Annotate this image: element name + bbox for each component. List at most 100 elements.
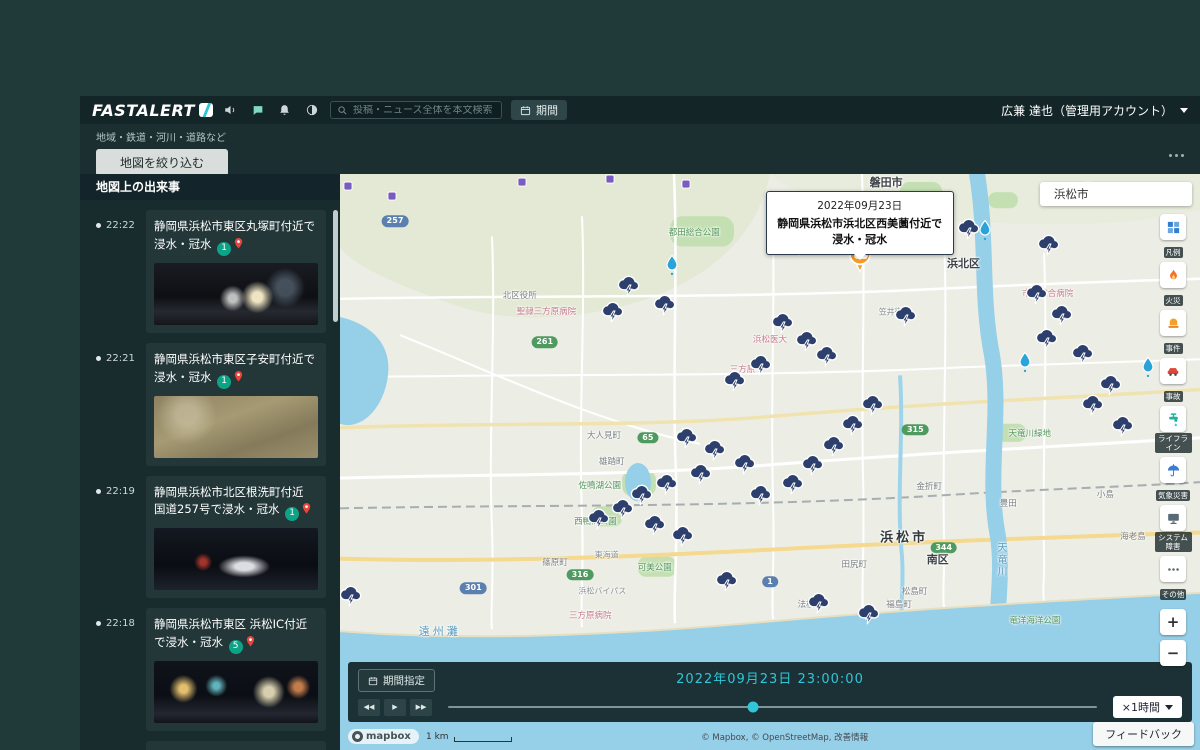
- event-card[interactable]: 静岡県袋井市小川町付近で水難事故 2: [146, 741, 326, 750]
- contrast-icon[interactable]: [303, 102, 321, 118]
- storm-marker[interactable]: [653, 291, 676, 322]
- calendar-icon: [368, 676, 378, 685]
- map-area[interactable]: 257152261315316344301165 磐田市浜北区浜松市南区天竜川遠…: [340, 174, 1200, 750]
- storm-marker[interactable]: [674, 424, 697, 455]
- transit-icon: [387, 185, 397, 204]
- desktop: { "header": { "logo": "FASTALERT", "sear…: [0, 0, 1200, 750]
- lifeline-icon[interactable]: [1160, 406, 1186, 432]
- storm-marker[interactable]: [1110, 412, 1133, 443]
- scrollbar-thumb[interactable]: [333, 210, 338, 322]
- event-card[interactable]: 静岡県浜松市北区根洗町付近 国道257号で浸水・冠水 1: [146, 475, 326, 599]
- feedback-button[interactable]: フィードバック: [1093, 722, 1194, 746]
- storm-marker[interactable]: [689, 460, 712, 491]
- storm-marker[interactable]: [894, 302, 917, 333]
- water-marker[interactable]: [663, 254, 680, 280]
- storm-marker[interactable]: [748, 481, 771, 512]
- volume-icon[interactable]: [222, 102, 240, 118]
- event-card[interactable]: 静岡県浜松市東区丸塚町付近で浸水・冠水 1: [146, 210, 326, 333]
- account-menu[interactable]: 広兼 達也（管理用アカウント）: [1001, 102, 1188, 119]
- count-badge: 1: [285, 507, 300, 522]
- rewind-button[interactable]: ◀◀: [358, 698, 380, 716]
- fire-icon[interactable]: [1160, 262, 1186, 288]
- search-input[interactable]: [352, 104, 495, 116]
- storm-marker[interactable]: [600, 298, 624, 329]
- storm-marker[interactable]: [861, 391, 884, 422]
- event-title: 静岡県浜松市東区 浜松IC付近で浸水・冠水 5: [154, 616, 318, 655]
- storm-marker[interactable]: [1024, 280, 1047, 311]
- event-time-cell: 22:22: [96, 210, 146, 333]
- event-item: 22:19 静岡県浜松市北区根洗町付近 国道257号で浸水・冠水 1: [96, 475, 340, 599]
- legend-label: 凡例: [1163, 247, 1183, 258]
- top-bar: FASTALERT 期間 広兼 達也（管理用アカウント）: [80, 96, 1200, 124]
- period-button-label: 期間: [535, 104, 558, 117]
- water-marker[interactable]: [1017, 351, 1034, 377]
- storm-marker[interactable]: [1035, 325, 1058, 356]
- storm-marker[interactable]: [807, 589, 830, 620]
- zoom-out-button[interactable]: −: [1160, 640, 1186, 666]
- storm-marker[interactable]: [1036, 231, 1060, 262]
- incident-photo: [154, 262, 318, 325]
- storm-marker[interactable]: [771, 309, 794, 340]
- more-options-button[interactable]: [1169, 154, 1184, 157]
- storm-marker[interactable]: [340, 582, 362, 613]
- map-search: [1040, 182, 1200, 206]
- storm-marker[interactable]: [715, 567, 738, 598]
- location-pin-icon: [234, 237, 243, 249]
- event-card[interactable]: 静岡県浜松市東区 浜松IC付近で浸水・冠水 5: [146, 608, 326, 732]
- storm-marker[interactable]: [748, 351, 771, 382]
- storm-marker[interactable]: [857, 600, 880, 631]
- system-icon[interactable]: [1160, 505, 1186, 531]
- incident-photo: [154, 661, 318, 724]
- weather-icon[interactable]: [1160, 457, 1186, 483]
- map-attribution: © Mapbox, © OpenStreetMap, 改善情報: [701, 733, 869, 743]
- storm-marker[interactable]: [801, 451, 824, 482]
- storm-marker[interactable]: [1080, 391, 1103, 422]
- fast-forward-button[interactable]: ▶▶: [410, 698, 432, 716]
- map-search-input[interactable]: [1054, 187, 1200, 201]
- layers-icon[interactable]: [1160, 214, 1186, 240]
- incident-popup[interactable]: 2022年09月23日 静岡県浜松市浜北区西美薗付近で浸水・冠水: [765, 191, 954, 261]
- storm-marker[interactable]: [671, 522, 694, 553]
- event-card[interactable]: 静岡県浜松市東区子安町付近で浸水・冠水 1: [146, 342, 326, 466]
- storm-marker[interactable]: [722, 367, 746, 398]
- legend-label: 火災: [1163, 295, 1183, 306]
- storm-marker[interactable]: [587, 505, 610, 536]
- time-range-button[interactable]: 期間指定: [358, 669, 435, 692]
- water-marker[interactable]: [977, 219, 994, 245]
- legend-item-fire: 火災: [1155, 262, 1192, 307]
- mapbox-logo[interactable]: mapbox: [348, 729, 419, 744]
- event-time-cell: 22:19: [96, 476, 146, 599]
- scale-bar: [453, 737, 512, 742]
- storm-marker[interactable]: [840, 411, 863, 442]
- storm-marker[interactable]: [642, 511, 666, 542]
- incident-photo: [154, 528, 318, 591]
- event-time-cell: 22:18: [96, 741, 146, 750]
- storm-marker[interactable]: [654, 470, 678, 501]
- speed-select[interactable]: ×1時間: [1112, 696, 1182, 718]
- legend-item-layers: 凡例: [1155, 214, 1192, 259]
- event-time: 22:18: [106, 618, 135, 630]
- count-badge: 1: [217, 374, 232, 389]
- chevron-down-icon: [1180, 107, 1188, 113]
- count-badge: 5: [228, 640, 243, 655]
- crash-icon[interactable]: [1160, 358, 1186, 384]
- siren-icon[interactable]: [1160, 310, 1186, 336]
- chat-icon[interactable]: [249, 102, 267, 118]
- storm-marker[interactable]: [814, 342, 838, 373]
- storm-marker[interactable]: [611, 495, 634, 526]
- zoom-in-button[interactable]: +: [1160, 609, 1186, 635]
- filter-bar: 地域・鉄道・河川・道路など 地図を絞り込む: [80, 124, 1200, 176]
- transit-icon: [605, 174, 615, 188]
- period-button[interactable]: 期間: [510, 100, 567, 120]
- bell-icon[interactable]: [276, 102, 294, 118]
- timeline-knob[interactable]: [747, 701, 759, 713]
- storm-marker[interactable]: [1071, 340, 1094, 371]
- timeline-dot: [96, 621, 101, 627]
- storm-marker[interactable]: [733, 450, 756, 481]
- timeline-track[interactable]: [448, 701, 1097, 713]
- fastalert-logo[interactable]: FASTALERT: [92, 101, 213, 120]
- other-icon[interactable]: [1160, 556, 1186, 582]
- global-search: [329, 101, 502, 119]
- map-filter-button[interactable]: 地図を絞り込む: [96, 149, 229, 176]
- play-button[interactable]: ▶: [384, 698, 406, 716]
